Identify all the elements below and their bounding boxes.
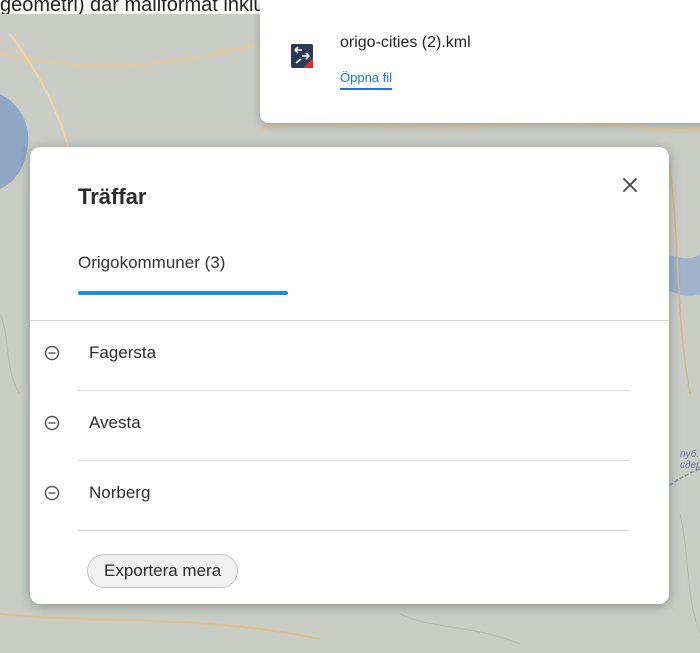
close-icon[interactable] <box>618 173 642 197</box>
row-divider <box>78 530 630 531</box>
kml-file-icon <box>291 44 313 68</box>
map-place-label: пуб. сдерит <box>680 449 700 471</box>
active-tab-indicator <box>78 291 288 295</box>
screen: geometri) där mailformat inkluderar kml … <box>0 0 700 653</box>
map-stream <box>679 513 700 635</box>
remove-circle-icon[interactable] <box>43 344 61 362</box>
list-item-label: Norberg <box>89 483 151 502</box>
list-item-label: Avesta <box>89 413 141 432</box>
export-more-button[interactable]: Exportera mera <box>87 554 239 588</box>
map-stream <box>399 613 521 645</box>
map-stream <box>0 313 21 395</box>
map-lake <box>0 94 29 189</box>
download-filename: origo-cities (2).kml <box>340 34 471 51</box>
map-road <box>0 43 261 67</box>
map-road <box>0 613 321 640</box>
results-panel: Träffar Origokommuner (3) Fagersta Avest… <box>30 147 669 604</box>
panel-title: Träffar <box>78 184 147 209</box>
list-item[interactable]: Avesta <box>30 391 669 461</box>
map-road <box>259 121 700 132</box>
list-item-label: Fagersta <box>89 343 157 362</box>
list-item[interactable]: Norberg <box>30 461 669 531</box>
tab-origokommuner[interactable]: Origokommuner (3) <box>78 253 225 273</box>
open-file-link[interactable]: Öppna fil <box>340 70 393 90</box>
remove-circle-icon[interactable] <box>43 414 61 432</box>
list-item[interactable]: Fagersta <box>30 321 669 391</box>
download-notification: origo-cities (2).kml Öppna fil <box>260 0 700 123</box>
remove-circle-icon[interactable] <box>43 484 61 502</box>
